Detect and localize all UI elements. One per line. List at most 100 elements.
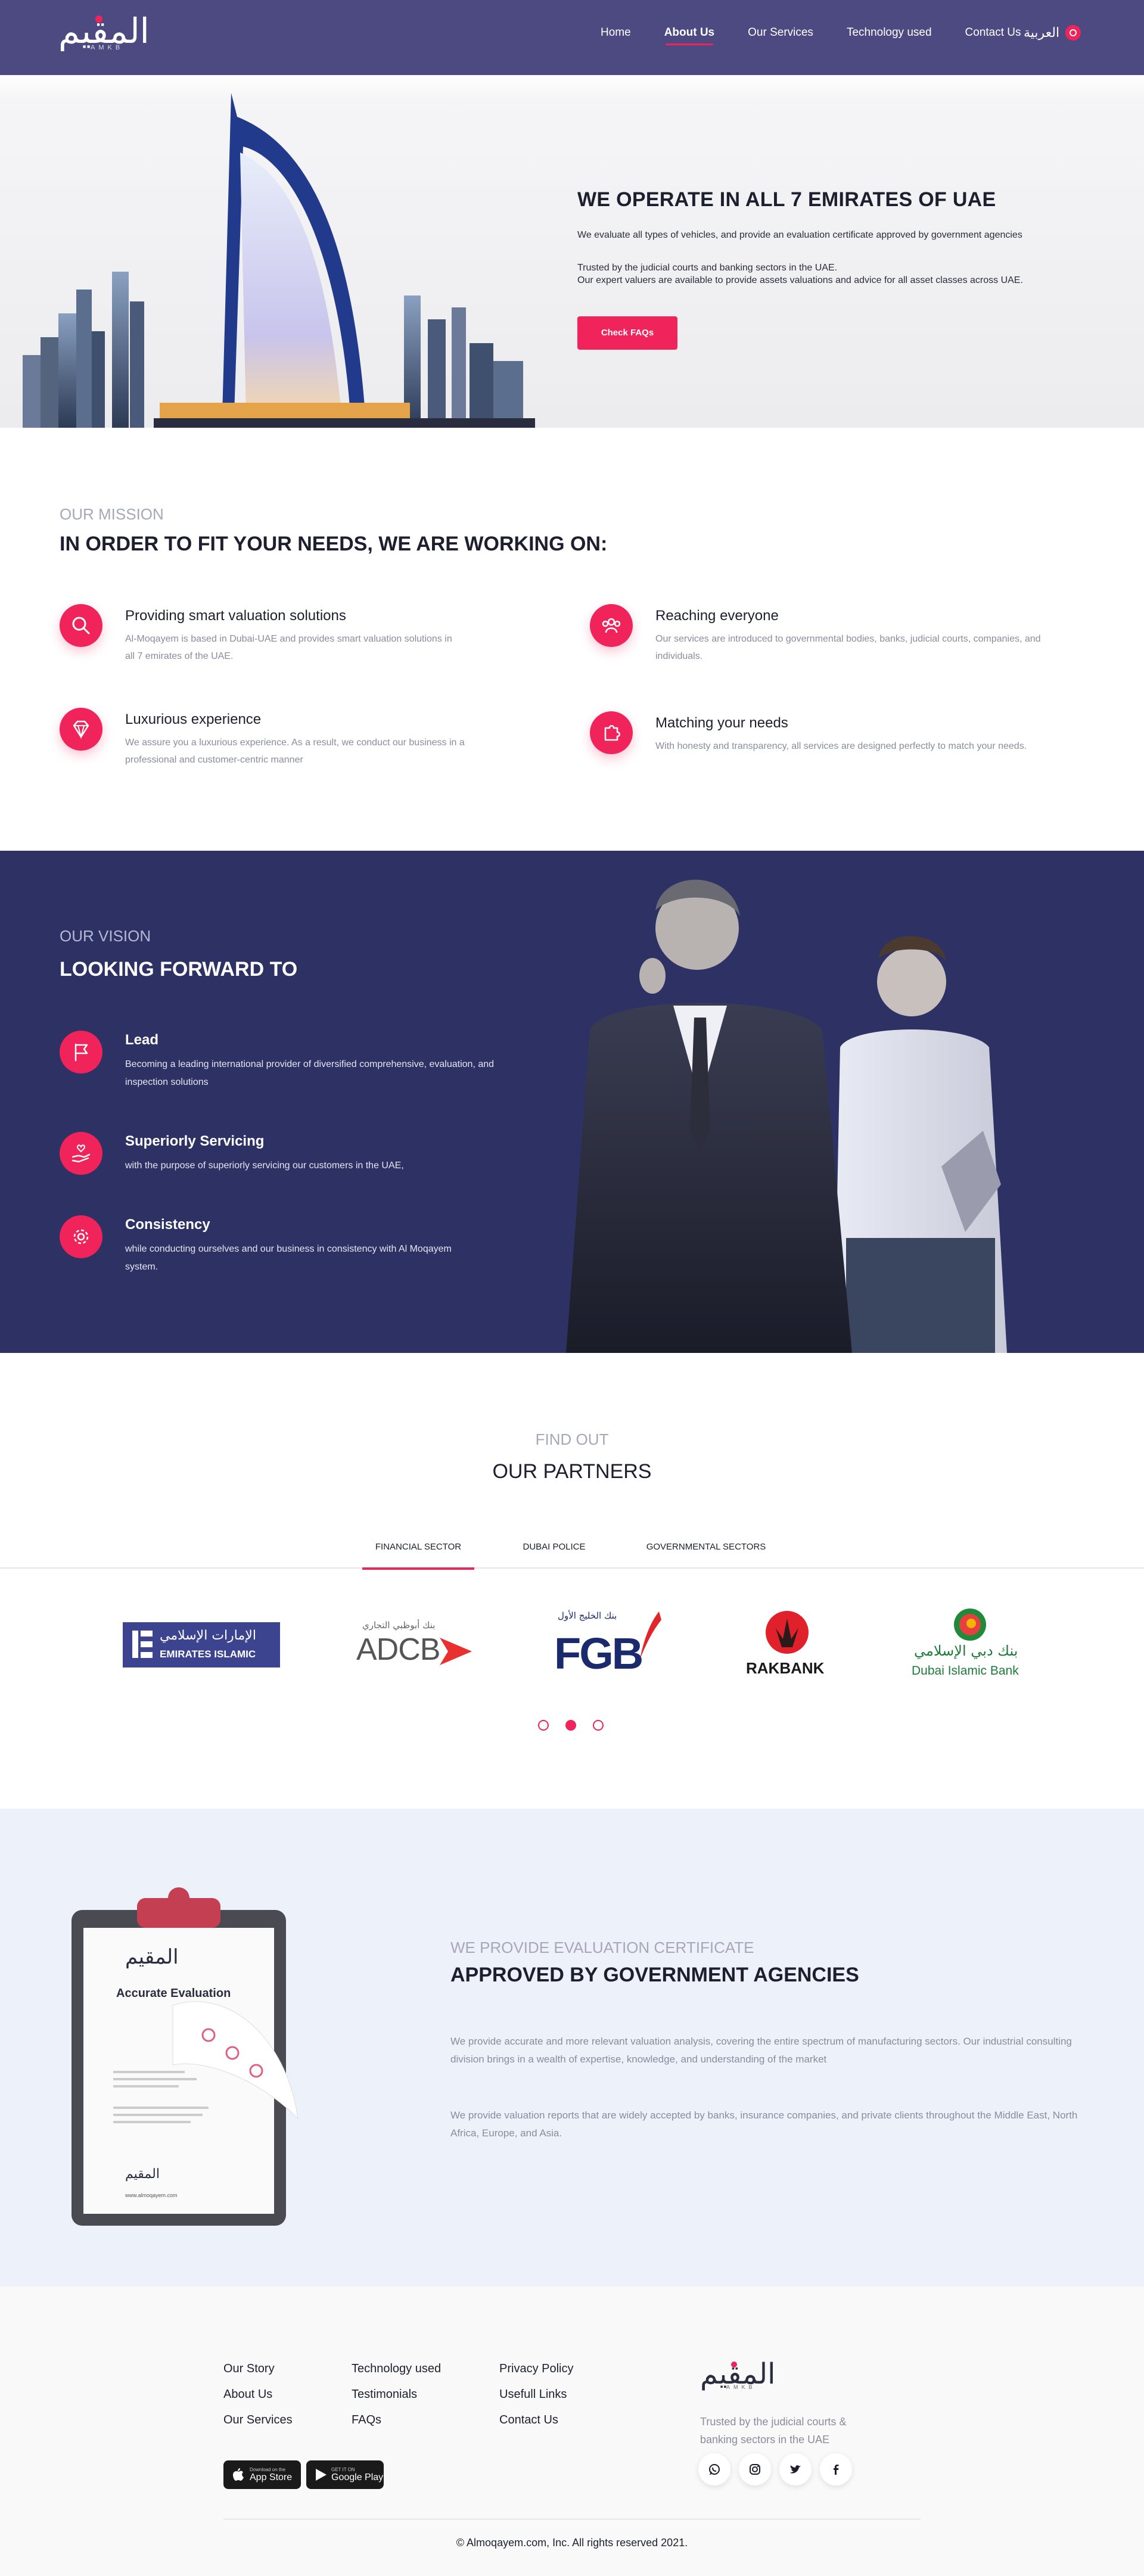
footer-link-about-us[interactable]: About Us bbox=[223, 2388, 293, 2401]
document-url: www.almoqayem.com bbox=[125, 2192, 178, 2198]
vision-item-description: while conducting ourselves and our busin… bbox=[125, 1244, 452, 1272]
carousel-dot-active[interactable] bbox=[565, 1720, 576, 1731]
google-play-icon bbox=[316, 2469, 327, 2481]
feature-title: Luxurious experience bbox=[125, 711, 262, 727]
whatsapp-icon[interactable] bbox=[698, 2453, 730, 2485]
footer-link-our-services[interactable]: Our Services bbox=[223, 2413, 293, 2427]
carousel-dot[interactable] bbox=[593, 1720, 604, 1731]
partner-logo-adcb[interactable]: بنك أبوظبي التجاري ADCB bbox=[356, 1620, 475, 1671]
svg-text:المقيم: المقيم bbox=[125, 2167, 160, 2182]
gear-icon bbox=[60, 1215, 102, 1258]
google-play-text: GET IT ON Google Play bbox=[331, 2467, 383, 2483]
hero-trust-line-1: Trusted by the judicial courts and banki… bbox=[577, 263, 838, 273]
hero-trust-text: Trusted by the judicial courts and banki… bbox=[577, 262, 1023, 287]
feature-description: Al-Moqayem is based in Dubai-UAE and pro… bbox=[125, 634, 452, 661]
globe-icon bbox=[1065, 25, 1081, 41]
social-links bbox=[698, 2453, 860, 2485]
adcb-play-icon bbox=[440, 1638, 472, 1665]
partner-logo-arabic: الإمارات الإسلامي bbox=[160, 1628, 256, 1643]
partner-logo-name: EMIRATES ISLAMIC bbox=[160, 1648, 256, 1660]
hero-trust-line-2: Our expert valuers are available to prov… bbox=[577, 275, 1023, 285]
partner-logo-name: Dubai Islamic Bank bbox=[912, 1664, 1019, 1678]
certificate-paragraph-2: We provide valuation reports that are wi… bbox=[450, 2110, 1078, 2139]
twitter-icon[interactable] bbox=[779, 2453, 812, 2485]
group-icon bbox=[590, 604, 633, 647]
hero-section: WE OPERATE IN ALL 7 EMIRATES OF UAE We e… bbox=[0, 75, 1144, 428]
vision-overline: OUR VISION bbox=[60, 927, 151, 945]
tab-dubai-police[interactable]: DUBAI POLICE bbox=[512, 1532, 596, 1569]
footer-logo-dot bbox=[731, 2362, 737, 2367]
app-store-label: App Store bbox=[250, 2472, 293, 2482]
mission-title: IN ORDER TO FIT YOUR NEEDS, WE ARE WORKI… bbox=[60, 533, 608, 555]
vision-item-title: Superiorly Servicing bbox=[125, 1133, 265, 1149]
vision-item-description: with the purpose of superiorly servicing… bbox=[125, 1161, 404, 1171]
partner-logo-name: RAKBANK bbox=[746, 1659, 825, 1677]
app-store-button[interactable]: Download on the App Store bbox=[223, 2460, 301, 2489]
language-label: العربية bbox=[1024, 25, 1060, 40]
rakbank-emblem-icon bbox=[766, 1611, 809, 1654]
svg-text:المقيم: المقيم bbox=[125, 1945, 179, 1969]
certificate-section: المقيم Accurate Evaluation المقيم www.al… bbox=[0, 1809, 1144, 2286]
feature-description: We assure you a luxurious experience. As… bbox=[125, 738, 465, 765]
copyright: © Almoqayem.com, Inc. All rights reserve… bbox=[456, 2537, 688, 2549]
feature-title: Reaching everyone bbox=[655, 608, 779, 624]
nav-home[interactable]: Home bbox=[601, 26, 631, 39]
footer-link-our-story[interactable]: Our Story bbox=[223, 2362, 293, 2376]
partners-tabs: FINANCIAL SECTOR DUBAI POLICE GOVERNMENT… bbox=[0, 1532, 1144, 1570]
vision-section: OUR VISION LOOKING FORWARD TO Lead Becom… bbox=[0, 851, 1144, 1353]
app-store-small: Download on the bbox=[250, 2466, 286, 2472]
main-nav: Home About Us Our Services Technology us… bbox=[601, 26, 1055, 45]
team-photo bbox=[566, 879, 1007, 1353]
logo-text: المقيم bbox=[58, 11, 151, 51]
feature-title: Providing smart valuation solutions bbox=[125, 608, 346, 624]
nav-about-us[interactable]: About Us bbox=[664, 26, 714, 45]
site-footer: Our Story About Us Our Services Technolo… bbox=[0, 2286, 1144, 2576]
footer-link-testimonials[interactable]: Testimonials bbox=[352, 2388, 441, 2401]
nav-technology-used[interactable]: Technology used bbox=[847, 26, 932, 39]
mission-overline: OUR MISSION bbox=[60, 505, 164, 523]
partner-logo-emirates-islamic[interactable]: الإمارات الإسلامي EMIRATES ISLAMIC bbox=[123, 1622, 280, 1667]
partner-logo-arabic: بنك دبي الإسلامي bbox=[914, 1642, 1018, 1659]
vision-title: LOOKING FORWARD TO bbox=[60, 958, 298, 981]
tab-governmental-sectors[interactable]: GOVERNMENTAL SECTORS bbox=[638, 1532, 775, 1569]
document-title: Accurate Evaluation bbox=[116, 1987, 231, 2000]
partner-logo-fgb[interactable]: بنك الخليج الأول FGB bbox=[554, 1610, 661, 1681]
puzzle-icon bbox=[590, 711, 633, 754]
partner-logo-dubai-islamic-bank[interactable]: بنك دبي الإسلامي Dubai Islamic Bank bbox=[912, 1608, 1031, 1685]
google-play-button[interactable]: GET IT ON Google Play bbox=[306, 2460, 384, 2489]
instagram-icon[interactable] bbox=[739, 2453, 771, 2485]
search-icon bbox=[60, 604, 102, 647]
feature-description: Our services are introduced to governmen… bbox=[655, 634, 1041, 661]
footer-link-technology-used[interactable]: Technology used bbox=[352, 2362, 441, 2376]
footer-logo[interactable]: المقيم AMKB bbox=[700, 2359, 776, 2390]
hand-heart-icon bbox=[60, 1132, 102, 1175]
apple-icon bbox=[233, 2468, 244, 2481]
google-play-small: GET IT ON bbox=[331, 2466, 355, 2472]
nav-our-services[interactable]: Our Services bbox=[748, 26, 813, 39]
tab-financial-sector[interactable]: FINANCIAL SECTOR bbox=[362, 1532, 474, 1570]
footer-link-privacy-policy[interactable]: Privacy Policy bbox=[499, 2362, 573, 2376]
clipboard-certificate-image: المقيم Accurate Evaluation المقيم www.al… bbox=[72, 1887, 299, 2226]
fgb-swoosh-icon bbox=[640, 1611, 661, 1659]
dubai-skyline-image bbox=[23, 93, 535, 428]
check-faqs-button[interactable]: Check FAQs bbox=[577, 316, 677, 350]
partner-logo-name: FGB bbox=[554, 1629, 644, 1678]
carousel-dot[interactable] bbox=[538, 1720, 549, 1731]
mission-section: OUR MISSION IN ORDER TO FIT YOUR NEEDS, … bbox=[0, 428, 1144, 851]
logo[interactable]: المقيم AMKB bbox=[58, 11, 151, 51]
certificate-overline: WE PROVIDE EVALUATION CERTIFICATE bbox=[450, 1939, 754, 1956]
dib-emblem-icon bbox=[954, 1609, 986, 1641]
facebook-icon[interactable] bbox=[820, 2453, 852, 2485]
app-store-text: Download on the App Store bbox=[250, 2467, 292, 2483]
hero-title: WE OPERATE IN ALL 7 EMIRATES OF UAE bbox=[577, 188, 996, 211]
carousel-dots bbox=[538, 1720, 620, 1731]
footer-link-useful-links[interactable]: Usefull Links bbox=[499, 2388, 573, 2401]
feature-description: With honesty and transparency, all servi… bbox=[655, 741, 1027, 751]
vision-item-description: Becoming a leading international provide… bbox=[125, 1059, 495, 1087]
language-switch[interactable]: العربية bbox=[1024, 25, 1081, 41]
partner-logo-rakbank[interactable]: RAKBANK bbox=[742, 1610, 832, 1681]
footer-link-faqs[interactable]: FAQs bbox=[352, 2413, 441, 2427]
vision-item-title: Lead bbox=[125, 1032, 159, 1048]
nav-contact-us[interactable]: Contact Us bbox=[965, 26, 1021, 39]
footer-link-contact-us[interactable]: Contact Us bbox=[499, 2413, 573, 2427]
